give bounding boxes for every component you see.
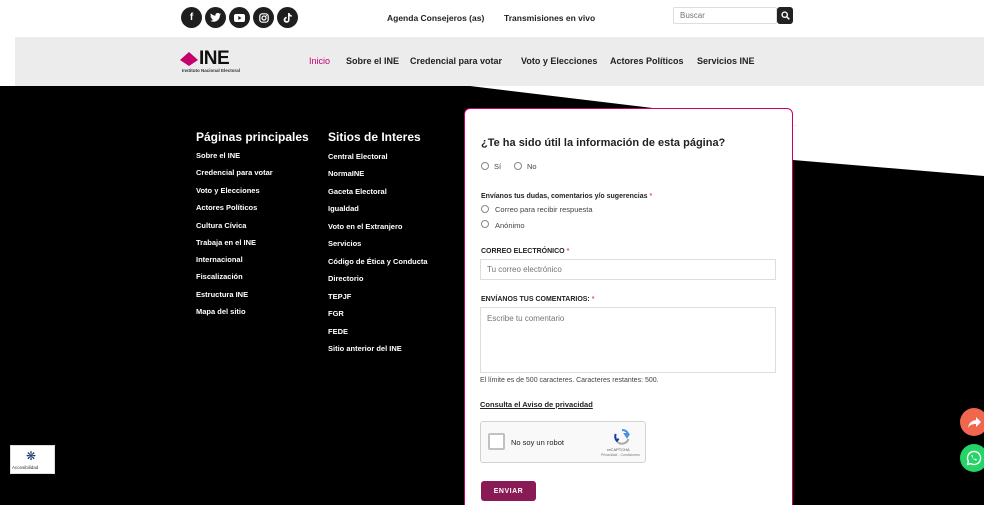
search-box	[673, 7, 793, 24]
comments-label: ENVÍANOS TUS COMENTARIOS: *	[481, 296, 594, 303]
radio-yes[interactable]	[481, 162, 489, 170]
email-field[interactable]	[480, 259, 776, 280]
comments-label-text: ENVÍANOS TUS COMENTARIOS:	[481, 296, 590, 303]
page: f Agenda Consejeros (as) Transmisiones e…	[0, 0, 984, 505]
footer-link[interactable]: Sobre el INE	[196, 151, 240, 160]
email-label: CORREO ELECTRÓNICO *	[481, 248, 569, 255]
privacy-link[interactable]: Consulta el Aviso de privacidad	[480, 400, 593, 409]
instagram-icon[interactable]	[253, 7, 274, 28]
radio-no[interactable]	[514, 162, 522, 170]
twitter-icon[interactable]	[205, 7, 226, 28]
nav-actores-politicos[interactable]: Actores Políticos	[610, 56, 684, 66]
footer-link[interactable]: Sitio anterior del INE	[328, 344, 402, 353]
recaptcha-links[interactable]: Privacidad - Condiciones	[601, 453, 640, 457]
footer-link[interactable]: NormaINE	[328, 169, 364, 178]
footer-link[interactable]: Voto y Elecciones	[196, 186, 260, 195]
radio-email-label: Correo para recibir respuesta	[495, 205, 593, 214]
submit-button[interactable]: ENVIAR	[481, 481, 536, 501]
footer-link[interactable]: FEDE	[328, 327, 348, 336]
nav-credencial[interactable]: Credencial para votar	[410, 56, 502, 66]
social-icons: f	[181, 7, 298, 28]
nav-servicios-ine[interactable]: Servicios INE	[697, 56, 755, 66]
footer-link[interactable]: Central Electoral	[328, 152, 388, 161]
accessibility-widget[interactable]: ❋ Accesibilidad	[10, 445, 55, 474]
footer-link[interactable]: Código de Ética y Conducta	[328, 257, 428, 266]
required-mark: *	[649, 193, 653, 200]
recaptcha-text: No soy un robot	[511, 438, 564, 447]
logo-mark-bottom	[180, 60, 198, 66]
whatsapp-icon	[966, 450, 982, 466]
search-button[interactable]	[777, 7, 793, 24]
radio-email[interactable]	[481, 205, 489, 213]
recaptcha-brand: reCAPTCHA	[607, 447, 630, 452]
footer-link[interactable]: Igualdad	[328, 204, 359, 213]
share-button[interactable]	[960, 408, 984, 436]
footer-link[interactable]: TEPJF	[328, 292, 351, 301]
recaptcha-widget: No soy un robot reCAPTCHA Privacidad - C…	[480, 421, 646, 463]
logo-word: INE	[199, 48, 230, 69]
footer-link[interactable]: Estructura INE	[196, 290, 248, 299]
recaptcha-icon	[614, 429, 630, 445]
footer-col2-title: Sitios de Interes	[328, 130, 421, 144]
nav-sobre-el-ine[interactable]: Sobre el INE	[346, 56, 399, 66]
logo-mark	[180, 52, 198, 60]
email-label-text: CORREO ELECTRÓNICO	[481, 248, 565, 255]
footer-col1-title: Páginas principales	[196, 130, 309, 144]
search-input[interactable]	[673, 7, 777, 24]
share-icon	[967, 416, 981, 428]
required-mark: *	[566, 248, 570, 255]
accessibility-icon: ❋	[26, 449, 37, 463]
whatsapp-button[interactable]	[960, 444, 984, 472]
comments-textarea[interactable]	[480, 307, 776, 373]
tiktok-icon[interactable]	[277, 7, 298, 28]
radio-anonymous[interactable]	[481, 220, 489, 228]
required-mark: *	[591, 296, 595, 303]
footer-link[interactable]: Trabaja en el INE	[196, 238, 256, 247]
footer-link[interactable]: Mapa del sitio	[196, 307, 246, 316]
radio-no-label: No	[527, 162, 537, 171]
top-bar: f Agenda Consejeros (as) Transmisiones e…	[0, 0, 984, 37]
recaptcha-checkbox[interactable]	[488, 433, 505, 450]
doubts-label-text: Envíanos tus dudas, comentarios y/o suge…	[481, 193, 648, 200]
footer-link[interactable]: Actores Políticos	[196, 203, 257, 212]
transmisiones-link[interactable]: Transmisiones en vivo	[504, 13, 595, 23]
footer-link[interactable]: FGR	[328, 309, 344, 318]
agenda-link[interactable]: Agenda Consejeros (as)	[387, 13, 484, 23]
doubts-label: Envíanos tus dudas, comentarios y/o suge…	[481, 193, 652, 200]
youtube-icon[interactable]	[229, 7, 250, 28]
footer-link[interactable]: Internacional	[196, 255, 243, 264]
char-limit-text: El límite es de 500 caracteres. Caracter…	[480, 377, 659, 384]
footer-link[interactable]: Voto en el Extranjero	[328, 222, 402, 231]
logo-subtitle: Instituto Nacional Electoral	[182, 68, 241, 73]
footer-link[interactable]: Gaceta Electoral	[328, 187, 387, 196]
footer-link[interactable]: Cultura Cívica	[196, 221, 246, 230]
accessibility-label: Accesibilidad	[12, 465, 39, 470]
footer-link[interactable]: Credencial para votar	[196, 168, 273, 177]
radio-yes-label: Sí	[494, 162, 502, 171]
search-icon	[780, 11, 790, 20]
radio-anonymous-label: Anónimo	[495, 221, 525, 230]
facebook-icon[interactable]: f	[181, 7, 202, 28]
nav-inicio[interactable]: Inicio	[309, 56, 330, 66]
footer-link[interactable]: Fiscalización	[196, 272, 243, 281]
feedback-question: ¿Te ha sido útil la información de esta …	[481, 137, 726, 149]
nav-voto-elecciones[interactable]: Voto y Elecciones	[521, 56, 597, 66]
footer-link[interactable]: Servicios	[328, 239, 361, 248]
footer-link[interactable]: Directorio	[328, 274, 363, 283]
